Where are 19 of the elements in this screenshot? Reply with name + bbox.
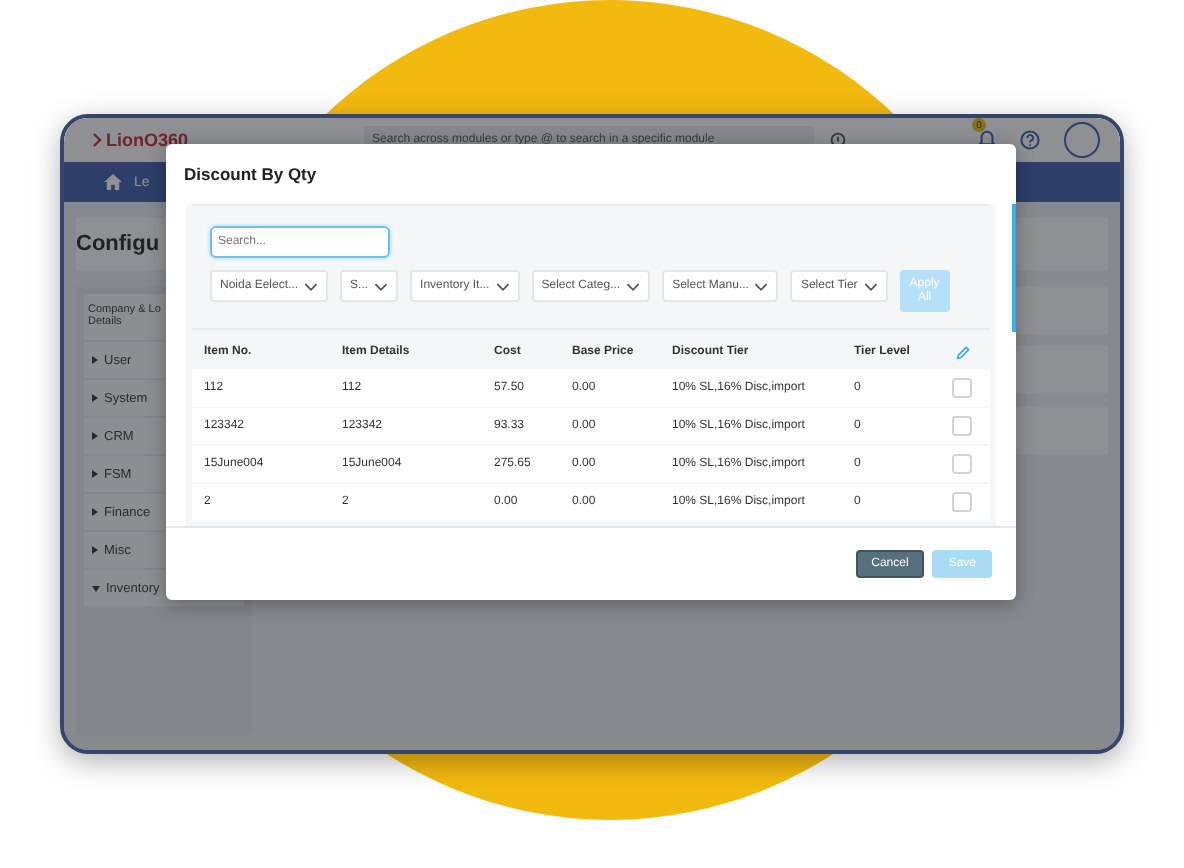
chevron-down-icon bbox=[863, 281, 878, 291]
app-logo: LionO360 bbox=[106, 130, 189, 150]
info-icon[interactable] bbox=[830, 132, 847, 148]
dialog-title: Discount By Qty bbox=[182, 162, 319, 188]
chevron-down-icon bbox=[754, 281, 769, 291]
row-checkbox[interactable] bbox=[952, 454, 972, 474]
page-title: Configu bbox=[76, 232, 160, 256]
chevron-down-icon bbox=[374, 281, 389, 291]
row-checkbox[interactable] bbox=[952, 416, 972, 436]
chevron-down-icon bbox=[304, 281, 319, 291]
row-checkbox[interactable] bbox=[952, 492, 972, 512]
home-icon[interactable] bbox=[104, 174, 122, 190]
pencil-icon[interactable] bbox=[956, 345, 970, 359]
avatar[interactable] bbox=[1064, 122, 1100, 158]
logo-icon bbox=[92, 132, 102, 148]
help-icon[interactable] bbox=[1020, 130, 1040, 150]
row-checkbox[interactable] bbox=[952, 378, 972, 398]
chevron-down-icon bbox=[626, 281, 641, 291]
chevron-down-icon bbox=[495, 281, 510, 291]
